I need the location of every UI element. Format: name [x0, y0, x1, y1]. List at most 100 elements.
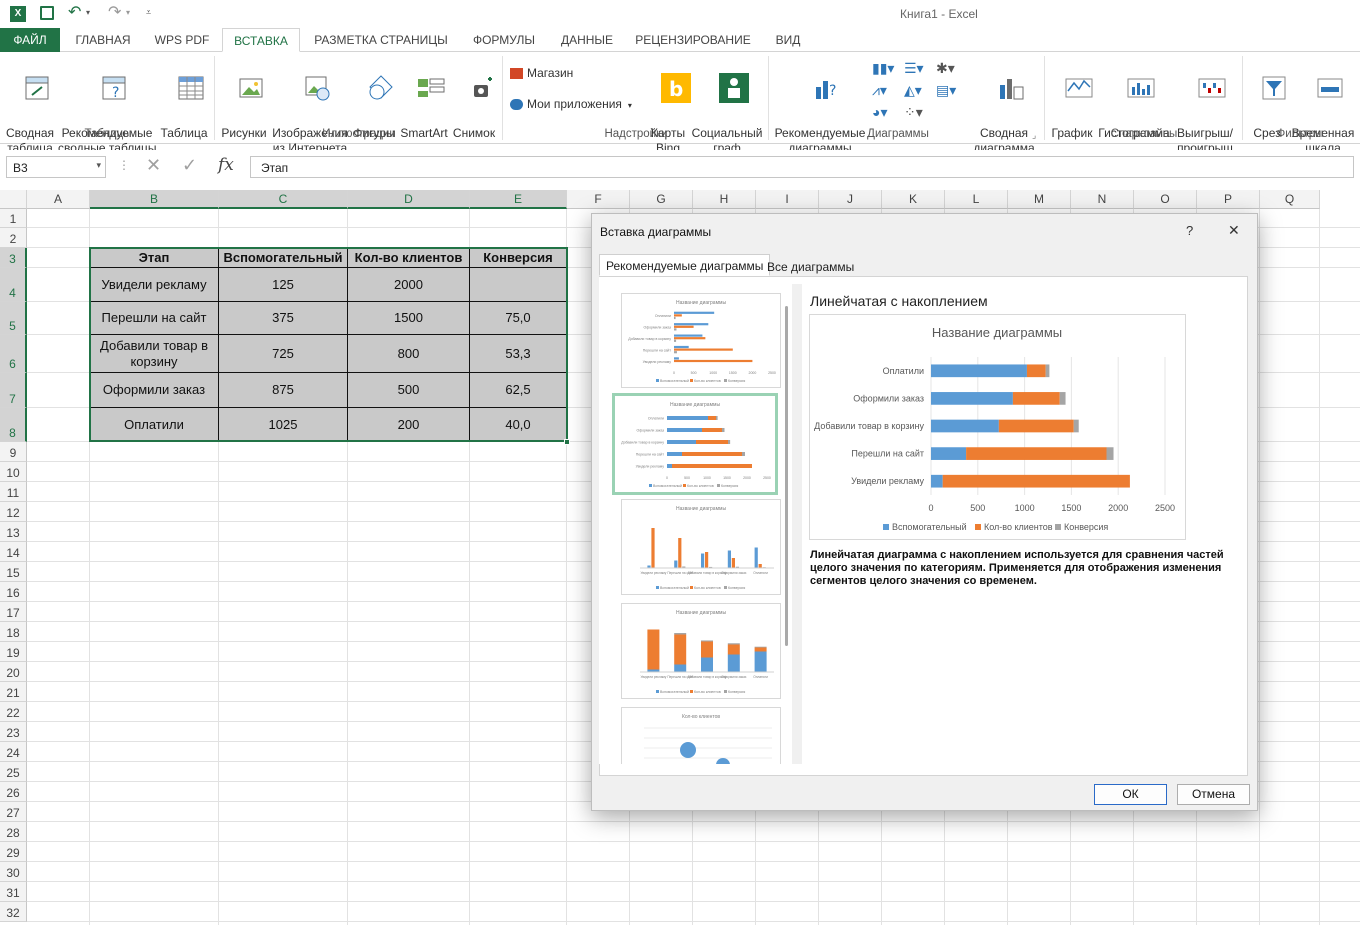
bar-chart-icon[interactable]: ☰▾ [904, 60, 924, 77]
undo-icon[interactable]: ↶ [68, 2, 81, 22]
column-header[interactable]: N [1071, 190, 1134, 209]
cancel-button[interactable]: Отмена [1177, 784, 1250, 805]
table-cell[interactable]: 40,0 [470, 408, 567, 442]
row-header[interactable]: 8 [0, 408, 27, 442]
table-header-cell[interactable]: Конверсия [470, 248, 567, 268]
tab-data[interactable]: ДАННЫЕ [552, 28, 622, 52]
tab-insert[interactable]: ВСТАВКА [222, 28, 300, 52]
row-header[interactable]: 25 [0, 762, 27, 782]
name-box[interactable]: B3 ▾ [6, 156, 106, 178]
thumbnail-scrollbar[interactable] [785, 306, 788, 646]
table-cell[interactable]: Оформили заказ [90, 373, 219, 408]
table-cell[interactable]: 875 [219, 373, 348, 408]
close-icon[interactable]: ✕ [1228, 222, 1240, 239]
cancel-entry-icon[interactable]: ✕ [146, 155, 161, 176]
charts-dialog-launcher-icon[interactable]: ⌟ [1032, 130, 1036, 141]
line-chart-icon[interactable]: ⩘▾ [872, 82, 887, 99]
stat-chart-icon[interactable]: ▤▾ [936, 82, 956, 99]
tab-review[interactable]: РЕЦЕНЗИРОВАНИЕ [630, 28, 756, 52]
insert-function-icon[interactable]: fx [218, 155, 234, 175]
tab-home[interactable]: ГЛАВНАЯ [68, 28, 138, 52]
customize-toolbar-icon[interactable]: ⩡ [146, 7, 151, 18]
row-header[interactable]: 18 [0, 622, 27, 642]
row-header[interactable]: 21 [0, 682, 27, 702]
table-cell[interactable]: 500 [348, 373, 470, 408]
row-header[interactable]: 3 [0, 248, 27, 268]
row-header[interactable]: 12 [0, 502, 27, 522]
hierarchy-chart-icon[interactable]: ✱▾ [936, 60, 955, 77]
row-header[interactable]: 29 [0, 842, 27, 862]
thumbnail-stacked-bar[interactable]: Название диаграммы Оплатили Оформили заказ… [612, 393, 778, 495]
column-header[interactable]: C [219, 190, 348, 209]
column-header[interactable]: I [756, 190, 819, 209]
column-header[interactable]: F [567, 190, 630, 209]
table-cell[interactable]: 1500 [348, 302, 470, 335]
table-cell[interactable] [470, 268, 567, 302]
thumbnail-clustered-bar[interactable]: Название диаграммы Оплатили Оформили заказ… [621, 293, 781, 388]
row-header[interactable]: 17 [0, 602, 27, 622]
area-chart-icon[interactable]: ◭▾ [904, 82, 922, 99]
row-header[interactable]: 14 [0, 542, 27, 562]
tab-all-charts[interactable]: Все диаграммы [761, 256, 860, 278]
row-header[interactable]: 32 [0, 902, 27, 922]
row-header[interactable]: 26 [0, 782, 27, 802]
row-header[interactable]: 6 [0, 335, 27, 373]
table-cell[interactable]: Добавили товар в корзину [90, 335, 219, 373]
column-header[interactable]: G [630, 190, 693, 209]
row-header[interactable]: 30 [0, 862, 27, 882]
column-header[interactable]: J [819, 190, 882, 209]
column-header[interactable]: D [348, 190, 470, 209]
help-button[interactable]: ? [1186, 223, 1193, 238]
column-header[interactable]: P [1197, 190, 1260, 209]
column-header[interactable]: M [1008, 190, 1071, 209]
table-cell[interactable]: 200 [348, 408, 470, 442]
tab-recommended-charts[interactable]: Рекомендуемые диаграммы [599, 254, 771, 276]
row-header[interactable]: 5 [0, 302, 27, 335]
thumbnail-list[interactable]: Название диаграммы Оплатили Оформили заказ… [599, 277, 789, 764]
table-cell[interactable]: 725 [219, 335, 348, 373]
row-header[interactable]: 10 [0, 462, 27, 482]
row-header[interactable]: 27 [0, 802, 27, 822]
column-chart-icon[interactable]: ▮▮▾ [872, 60, 894, 77]
scatter-chart-icon[interactable]: ⁘▾ [904, 104, 923, 121]
column-header[interactable]: A [27, 190, 90, 209]
table-cell[interactable]: 53,3 [470, 335, 567, 373]
column-header[interactable]: Q [1260, 190, 1320, 209]
row-header[interactable]: 11 [0, 482, 27, 502]
confirm-entry-icon[interactable]: ✓ [182, 155, 197, 176]
table-cell[interactable]: Увидели рекламу [90, 268, 219, 302]
row-header[interactable]: 23 [0, 722, 27, 742]
select-all-corner[interactable] [0, 190, 27, 209]
row-header[interactable]: 28 [0, 822, 27, 842]
row-header[interactable]: 1 [0, 209, 27, 228]
redo-icon[interactable]: ↷ [108, 2, 121, 22]
row-header[interactable]: 13 [0, 522, 27, 542]
table-cell[interactable]: 75,0 [470, 302, 567, 335]
excel-logo-icon[interactable]: X [10, 6, 26, 22]
row-header[interactable]: 19 [0, 642, 27, 662]
column-header[interactable]: E [470, 190, 567, 209]
row-header[interactable]: 16 [0, 582, 27, 602]
row-header[interactable]: 15 [0, 562, 27, 582]
store-button[interactable]: Магазин [510, 66, 610, 81]
table-header-cell[interactable]: Кол-во клиентов [348, 248, 470, 268]
column-header[interactable]: L [945, 190, 1008, 209]
column-header[interactable]: H [693, 190, 756, 209]
tab-view[interactable]: ВИД [764, 28, 812, 52]
table-cell[interactable]: 62,5 [470, 373, 567, 408]
table-cell[interactable]: 125 [219, 268, 348, 302]
table-cell[interactable]: 2000 [348, 268, 470, 302]
table-cell[interactable]: Оплатили [90, 408, 219, 442]
redo-dropdown-icon[interactable]: ▾ [126, 8, 130, 17]
my-apps-button[interactable]: Мои приложения ▾ [510, 97, 646, 113]
pie-chart-icon[interactable]: ◕▾ [872, 104, 887, 121]
table-cell[interactable]: 800 [348, 335, 470, 373]
column-header[interactable]: K [882, 190, 945, 209]
row-header[interactable]: 9 [0, 442, 27, 462]
undo-dropdown-icon[interactable]: ▾ [86, 8, 90, 17]
column-header[interactable]: B [90, 190, 219, 209]
tab-file[interactable]: ФАЙЛ [0, 28, 60, 52]
thumbnail-stacked-column[interactable]: Название диаграммы Увидели рекламу Перешли… [621, 603, 781, 699]
thumbnail-clustered-column[interactable]: Название диаграммы Увидели рекламу Перешли… [621, 499, 781, 595]
formula-input[interactable]: Этап [250, 156, 1354, 178]
